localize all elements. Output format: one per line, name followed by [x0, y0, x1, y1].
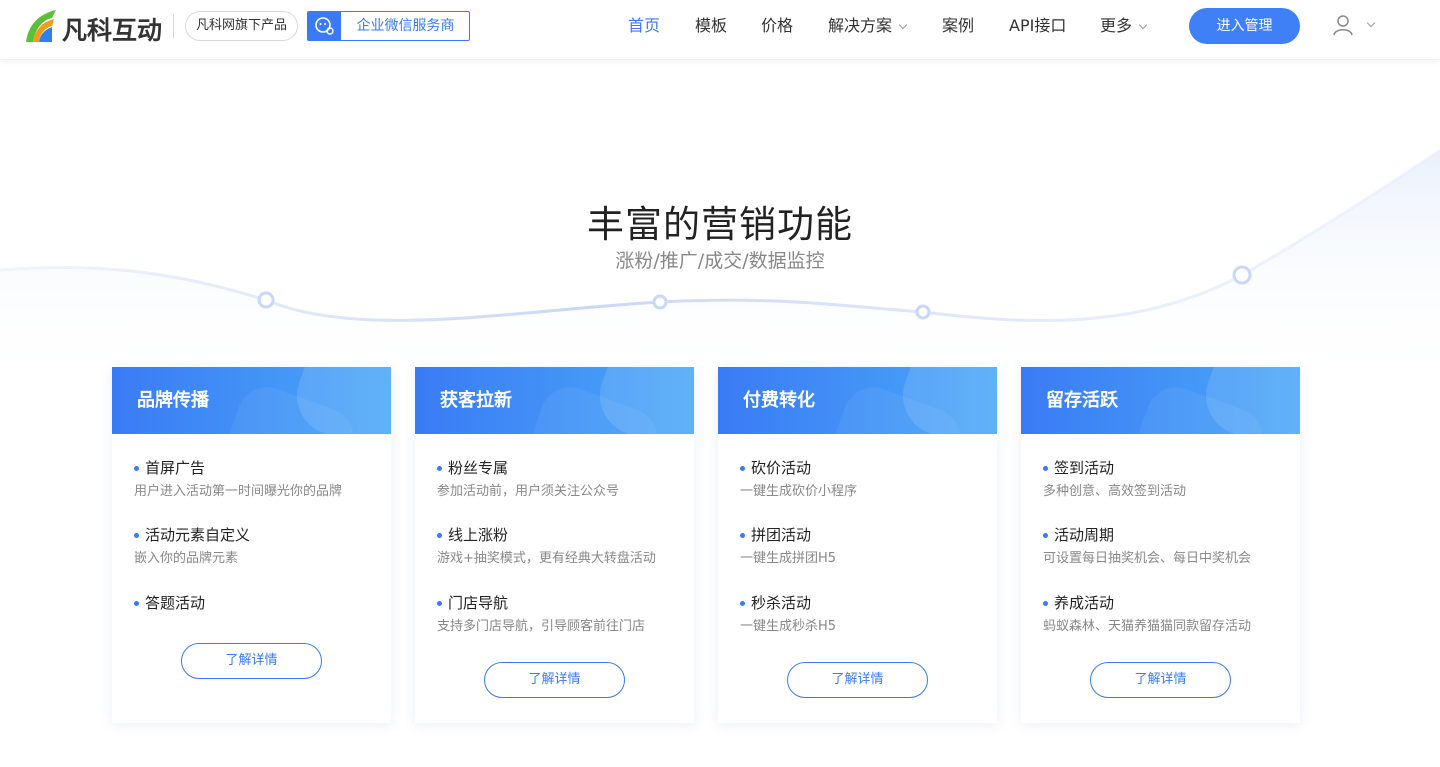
feature-desc: 蚂蚁森林、天猫养猫猫同款留存活动 — [1043, 619, 1252, 634]
section-subtitle: 涨粉/推广/成交/数据监控 — [615, 250, 825, 272]
feature-name: 线上涨粉 — [437, 525, 682, 545]
feature-item: 答题活动 — [134, 593, 379, 613]
top-header: 凡科互动 凡科网旗下产品 企业微信服务商 首页 模板 价格 解决方案 案例 AP… — [0, 0, 1440, 60]
learn-more-button[interactable]: 了解详情 — [181, 643, 322, 679]
card-header: 品牌传播 — [112, 367, 391, 434]
nav-pricing[interactable]: 价格 — [761, 0, 793, 52]
wave-node — [652, 294, 668, 310]
feature-item: 签到活动 多种创意、高效签到活动 — [1043, 458, 1288, 502]
feature-item: 活动周期 可设置每日抽奖机会、每日中奖机会 — [1043, 525, 1288, 569]
feature-desc: 参加活动前，用户须关注公众号 — [437, 484, 620, 499]
user-icon[interactable] — [1332, 14, 1354, 36]
chevron-down-icon — [898, 20, 908, 30]
wechat-service-label: 企业微信服务商 — [356, 18, 455, 34]
wave-node — [915, 304, 931, 320]
chevron-down-icon — [1138, 20, 1148, 30]
feature-card-retention: 留存活跃 签到活动 多种创意、高效签到活动 活动周期 可设置每日抽奖机会、每日中… — [1021, 367, 1300, 723]
feature-item: 砍价活动 一键生成砍价小程序 — [740, 458, 985, 502]
feature-name: 首屏广告 — [134, 458, 379, 478]
nav-more-label: 更多 — [1100, 16, 1133, 35]
feature-desc: 一键生成砍价小程序 — [740, 484, 858, 499]
feature-item: 拼团活动 一键生成拼团H5 — [740, 525, 985, 569]
card-title: 付费转化 — [743, 390, 815, 411]
wechat-service-provider-button[interactable]: 企业微信服务商 — [307, 11, 470, 41]
feature-item: 粉丝专属 参加活动前，用户须关注公众号 — [437, 458, 682, 502]
user-menu-chevron-icon[interactable] — [1366, 18, 1376, 28]
parent-product-badge[interactable]: 凡科网旗下产品 — [185, 11, 299, 41]
feature-name: 养成活动 — [1043, 593, 1288, 613]
feature-name: 活动元素自定义 — [134, 525, 379, 545]
feature-name: 答题活动 — [134, 593, 379, 613]
card-header: 付费转化 — [718, 367, 997, 434]
learn-more-button[interactable]: 了解详情 — [484, 662, 625, 698]
feature-item: 门店导航 支持多门店导航，引导顾客前往门店 — [437, 593, 682, 637]
nav-templates[interactable]: 模板 — [695, 0, 727, 52]
feature-card-brand: 品牌传播 首屏广告 用户进入活动第一时间曝光你的品牌 活动元素自定义 嵌入你的品… — [112, 367, 391, 723]
card-title: 获客拉新 — [440, 390, 512, 411]
card-header: 留存活跃 — [1021, 367, 1300, 434]
wechat-service-icon — [308, 12, 341, 40]
feature-name: 秒杀活动 — [740, 593, 985, 613]
section-title: 丰富的营销功能 — [587, 203, 853, 246]
learn-more-button[interactable]: 了解详情 — [1090, 662, 1231, 698]
feature-card-acquisition: 获客拉新 粉丝专属 参加活动前，用户须关注公众号 线上涨粉 游戏+抽奖模式，更有… — [415, 367, 694, 723]
card-title: 品牌传播 — [137, 390, 209, 411]
feature-name: 粉丝专属 — [437, 458, 682, 478]
feature-item: 首屏广告 用户进入活动第一时间曝光你的品牌 — [134, 458, 379, 502]
brand-divider — [173, 14, 174, 38]
feature-card-conversion: 付费转化 砍价活动 一键生成砍价小程序 拼团活动 一键生成拼团H5 秒杀活动 一… — [718, 367, 997, 723]
nav-cases[interactable]: 案例 — [942, 0, 974, 52]
wave-node — [257, 291, 275, 309]
feature-item: 线上涨粉 游戏+抽奖模式，更有经典大转盘活动 — [437, 525, 682, 569]
feature-desc: 一键生成秒杀H5 — [740, 619, 837, 634]
fanke-logo-icon[interactable] — [22, 8, 62, 44]
feature-desc: 一键生成拼团H5 — [740, 551, 837, 566]
nav-more[interactable]: 更多 — [1100, 0, 1148, 52]
feature-name: 门店导航 — [437, 593, 682, 613]
feature-desc: 可设置每日抽奖机会、每日中奖机会 — [1043, 551, 1252, 566]
enter-management-button[interactable]: 进入管理 — [1189, 8, 1300, 44]
feature-item: 养成活动 蚂蚁森林、天猫养猫猫同款留存活动 — [1043, 593, 1288, 637]
feature-item: 秒杀活动 一键生成秒杀H5 — [740, 593, 985, 637]
brand-name[interactable]: 凡科互动 — [62, 11, 162, 47]
feature-name: 拼团活动 — [740, 525, 985, 545]
nav-home[interactable]: 首页 — [628, 0, 660, 52]
feature-name: 砍价活动 — [740, 458, 985, 478]
feature-name: 活动周期 — [1043, 525, 1288, 545]
feature-desc: 多种创意、高效签到活动 — [1043, 484, 1187, 499]
card-title: 留存活跃 — [1046, 390, 1118, 411]
nav-solutions-label: 解决方案 — [828, 16, 893, 35]
feature-desc: 游戏+抽奖模式，更有经典大转盘活动 — [437, 551, 656, 566]
feature-name: 签到活动 — [1043, 458, 1288, 478]
card-header: 获客拉新 — [415, 367, 694, 434]
nav-api[interactable]: API接口 — [1009, 0, 1066, 52]
feature-desc: 嵌入你的品牌元素 — [134, 551, 239, 566]
learn-more-button[interactable]: 了解详情 — [787, 662, 928, 698]
feature-desc: 支持多门店导航，引导顾客前往门店 — [437, 619, 646, 634]
nav-solutions[interactable]: 解决方案 — [828, 0, 908, 52]
feature-desc: 用户进入活动第一时间曝光你的品牌 — [134, 484, 343, 499]
feature-item: 活动元素自定义 嵌入你的品牌元素 — [134, 525, 379, 569]
